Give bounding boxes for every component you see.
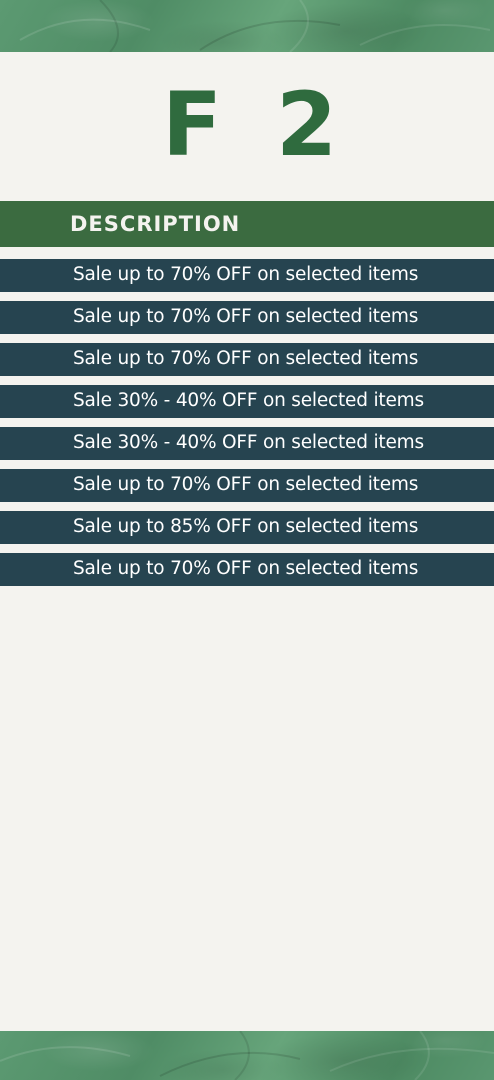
list-item: Sale up to 70% OFF on selected items	[0, 553, 494, 586]
list-item: Sale 30% - 40% OFF on selected items	[0, 427, 494, 460]
leaf-texture	[19, 0, 491, 52]
floor-title: F 2	[0, 80, 494, 170]
leaf-texture	[0, 1031, 494, 1080]
bottom-leaf-banner	[0, 1031, 494, 1080]
list-item: Sale up to 70% OFF on selected items	[0, 259, 494, 292]
list-item-label: Sale up to 70% OFF on selected items	[73, 348, 419, 369]
description-header-label: DESCRIPTION	[70, 212, 241, 236]
list-item-label: Sale 30% - 40% OFF on selected items	[73, 432, 424, 453]
list-item-label: Sale 30% - 40% OFF on selected items	[73, 390, 424, 411]
list-item-label: Sale up to 70% OFF on selected items	[73, 264, 419, 285]
list-item: Sale up to 70% OFF on selected items	[0, 343, 494, 376]
list-item: Sale up to 70% OFF on selected items	[0, 469, 494, 502]
list-item: Sale 30% - 40% OFF on selected items	[0, 385, 494, 418]
list-item-label: Sale up to 85% OFF on selected items	[73, 516, 419, 537]
description-header: DESCRIPTION	[0, 201, 494, 247]
list-item-label: Sale up to 70% OFF on selected items	[73, 474, 419, 495]
top-leaf-banner	[0, 0, 494, 52]
list-item-label: Sale up to 70% OFF on selected items	[73, 306, 419, 327]
list-item-label: Sale up to 70% OFF on selected items	[73, 558, 419, 579]
floor-letter: F	[162, 73, 223, 176]
description-list: Sale up to 70% OFF on selected items Sal…	[0, 259, 494, 595]
list-item: Sale up to 85% OFF on selected items	[0, 511, 494, 544]
list-item: Sale up to 70% OFF on selected items	[0, 301, 494, 334]
floor-number: 2	[276, 73, 338, 176]
